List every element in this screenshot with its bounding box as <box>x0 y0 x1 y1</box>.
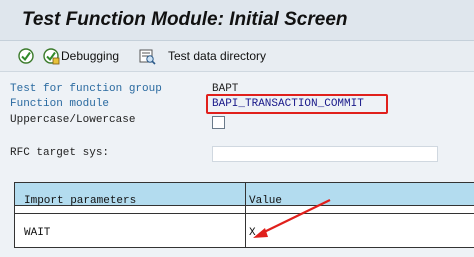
execute-icon <box>17 47 35 65</box>
application-toolbar: Debugging Test data directory <box>0 41 474 72</box>
title-bar: Test Function Module: Initial Screen <box>0 0 474 41</box>
execute-button[interactable] <box>17 46 35 66</box>
test-data-directory-icon <box>138 47 156 65</box>
debugging-button[interactable]: Debugging <box>42 46 119 66</box>
debugging-label: Debugging <box>61 49 120 63</box>
debug-execute-icon <box>42 47 60 65</box>
test-data-directory-button[interactable]: Test data directory <box>138 46 266 66</box>
test-data-directory-label: Test data directory <box>168 49 267 63</box>
annotation-arrow <box>253 199 331 238</box>
screen-title: Test Function Module: Initial Screen <box>22 9 348 30</box>
main-content: Test for function group BAPT Function mo… <box>0 72 474 257</box>
